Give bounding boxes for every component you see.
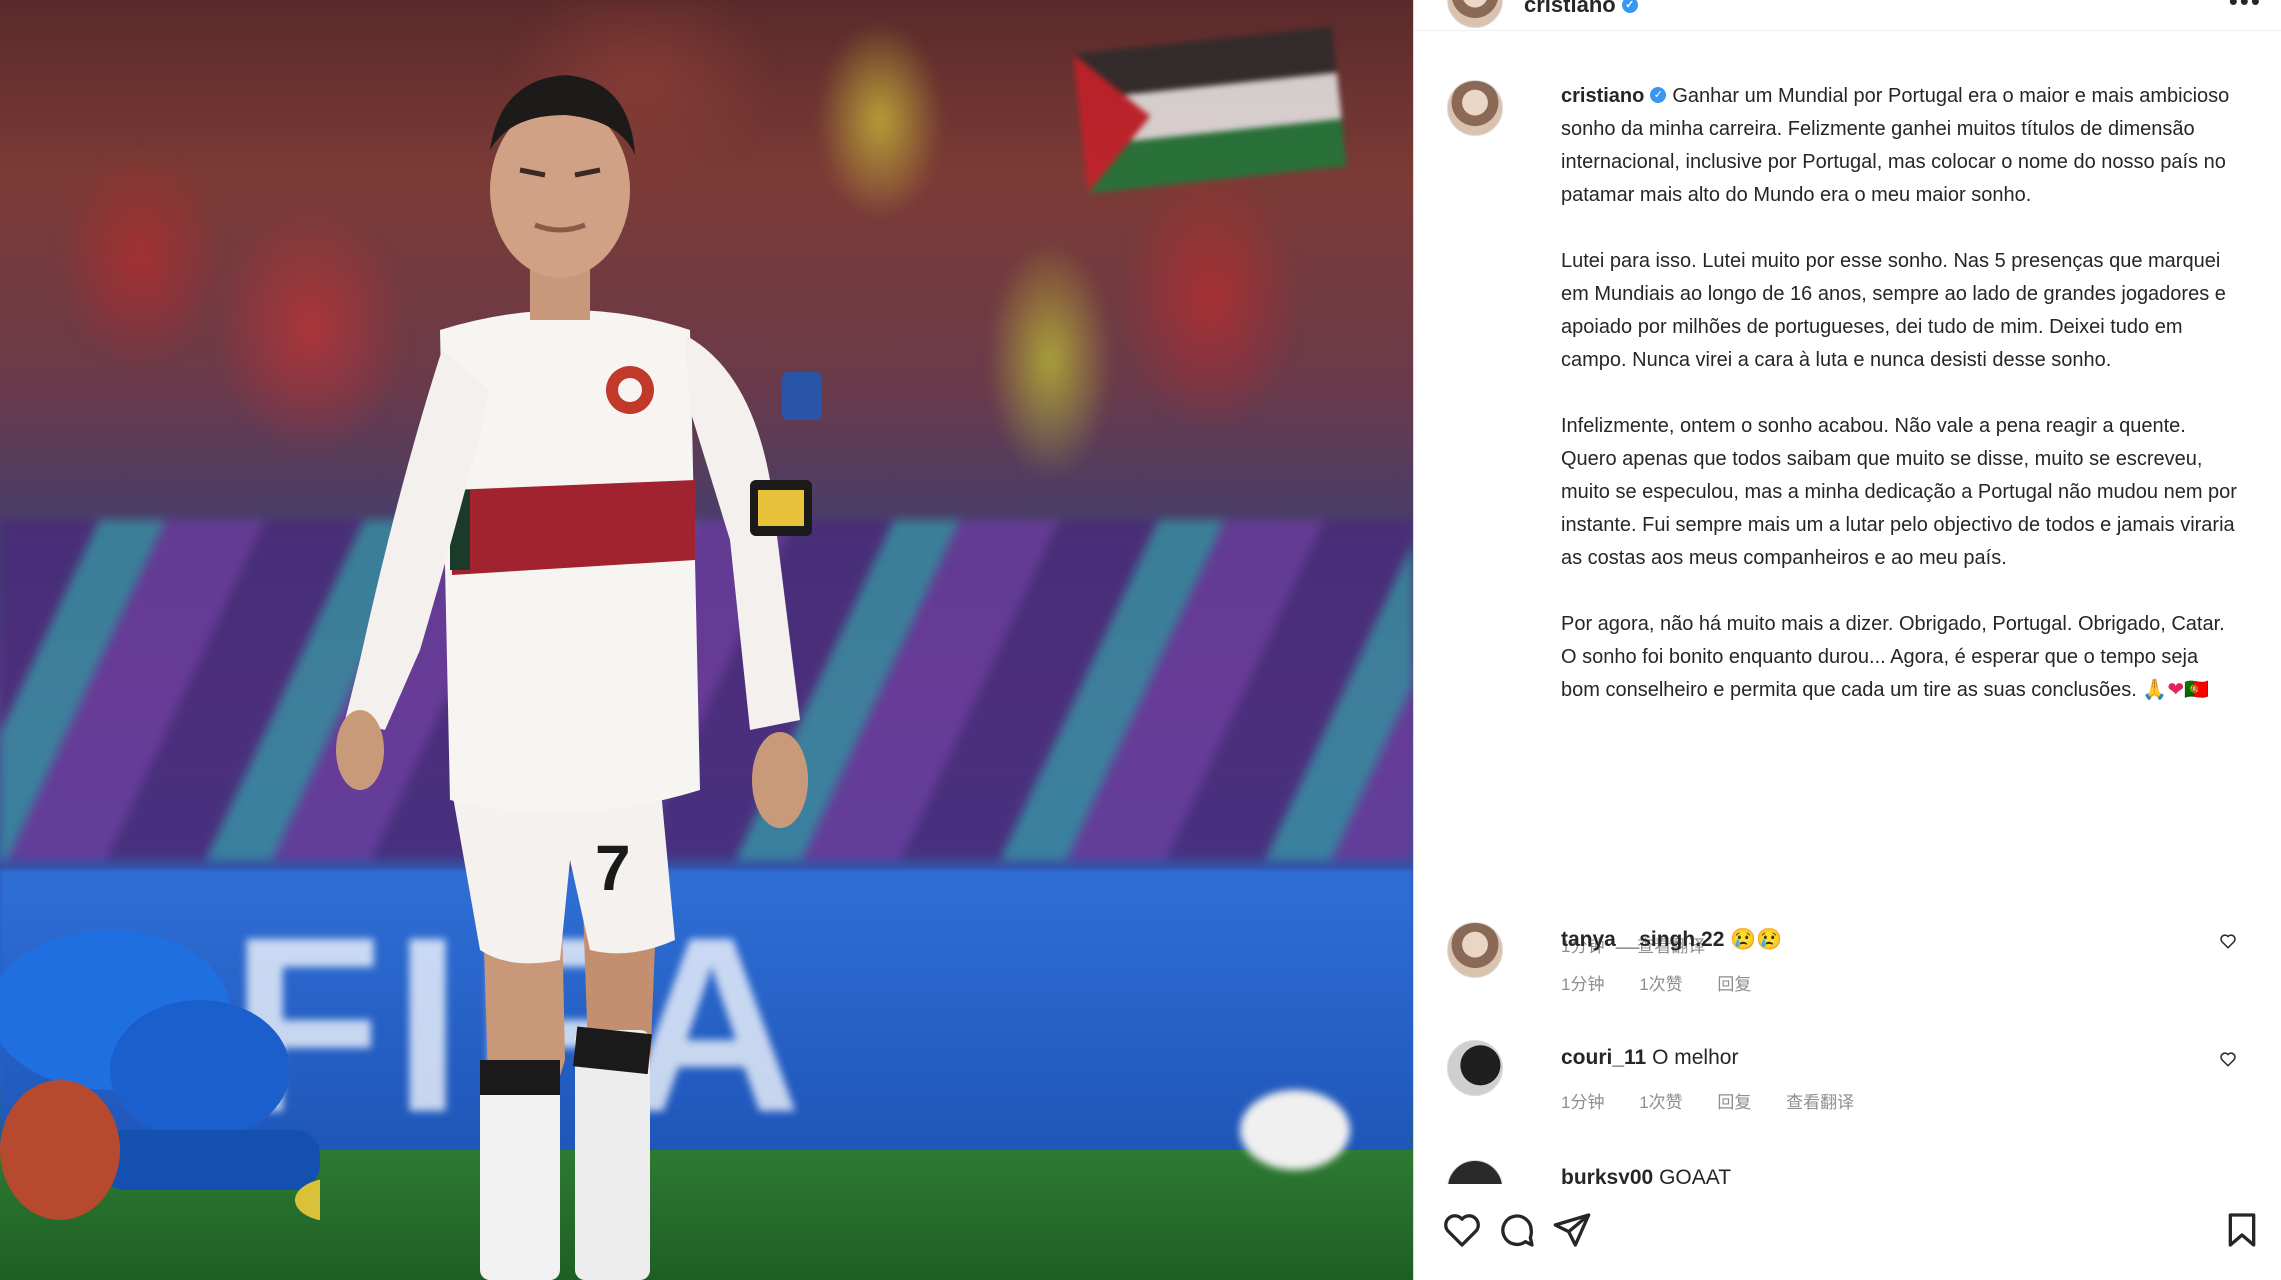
comment-body: O melhor xyxy=(1652,1046,1739,1069)
comment-reply-button[interactable]: 回复 xyxy=(1717,975,1751,994)
bookmark-icon[interactable] xyxy=(2222,1210,2262,1250)
header-username[interactable]: cristiano ✓ xyxy=(1524,0,1644,18)
comment-time: 1分钟 xyxy=(1561,975,1605,994)
post-photo[interactable]: FIFA 7 xyxy=(0,0,1413,1280)
palestine-flag xyxy=(1073,26,1347,194)
comment-item: tanya__singh.22 😢😢 1分钟 1次赞 回复 xyxy=(1447,922,2247,1002)
comment-item: couri_11 O melhor 1分钟 1次赞 回复 查看翻译 xyxy=(1447,1040,2247,1120)
comment-reply-button[interactable]: 回复 xyxy=(1717,1093,1751,1112)
heart-icon[interactable] xyxy=(1442,1210,1482,1250)
comment-body: 😢😢 xyxy=(1730,928,1783,951)
comment-time: 1分钟 xyxy=(1561,1093,1605,1112)
comment-translate-link[interactable]: 查看翻译 xyxy=(1786,1093,1854,1112)
caption-avatar-icon[interactable] xyxy=(1447,80,1503,136)
verified-badge-icon: ✓ xyxy=(1621,0,1638,13)
post-header: cristiano ✓ ••• xyxy=(1414,0,2281,31)
post-sidebar: cristiano ✓ ••• cristiano ✓ Ganhar um Mundi… xyxy=(1413,0,2281,1280)
svg-text:7: 7 xyxy=(595,832,631,904)
send-icon[interactable] xyxy=(1552,1210,1592,1250)
post-action-bar xyxy=(1414,1190,2281,1270)
caption-paragraph-1: cristiano ✓ Ganhar um Mundial por Portugal… xyxy=(1561,80,2241,212)
comment-meta: 1分钟 1次赞 回复 xyxy=(1561,970,1781,995)
verified-badge-icon: ✓ xyxy=(1650,87,1667,104)
comment-likes[interactable]: 1次赞 xyxy=(1639,1093,1682,1112)
comment-likes[interactable]: 1次赞 xyxy=(1639,975,1682,994)
caption-paragraph-1-text: Ganhar um Mundial por Portugal era o mai… xyxy=(1561,85,2230,206)
more-options-icon[interactable]: ••• xyxy=(2229,0,2262,17)
commenter-avatar-icon[interactable] xyxy=(1447,922,1503,978)
comment-item: burksy00 GOAAT xyxy=(1447,1160,2247,1184)
player-figure: 7 xyxy=(336,75,822,1280)
caption-username[interactable]: cristiano xyxy=(1561,85,1644,107)
comment-username[interactable]: burksy00 xyxy=(1561,1166,1653,1184)
caption-paragraph-4-text: Por agora, não há muito mais a dizer. Ob… xyxy=(1561,613,2225,701)
comment-body: GOAAT xyxy=(1659,1166,1732,1184)
caption-text: cristiano ✓ Ganhar um Mundial por Portugal… xyxy=(1561,80,2241,740)
commenter-avatar-icon[interactable] xyxy=(1447,1160,1503,1184)
profile-avatar-icon[interactable] xyxy=(1447,0,1503,28)
football xyxy=(1240,1090,1350,1170)
portugal-flag-emoji: 🇵🇹 xyxy=(2184,679,2209,701)
comment-like-heart-icon[interactable] xyxy=(2219,932,2237,950)
comment-text: burksy00 GOAAT xyxy=(1561,1166,1731,1184)
caption-paragraph-4: Por agora, não há muito mais a dizer. Ob… xyxy=(1561,608,2241,707)
header-username-text[interactable]: cristiano xyxy=(1524,0,1616,17)
comment-text: couri_11 O melhor xyxy=(1561,1046,1738,1070)
commenter-avatar-icon[interactable] xyxy=(1447,1040,1503,1096)
heart-emoji: ❤ xyxy=(2167,679,2185,701)
comment-like-heart-icon[interactable] xyxy=(2219,1050,2237,1068)
comment-bubble-icon[interactable] xyxy=(1497,1210,1537,1250)
pray-emoji: 🙏 xyxy=(2142,679,2168,701)
comment-meta: 1分钟 1次赞 回复 查看翻译 xyxy=(1561,1088,1884,1113)
caption-paragraph-2: Lutei para isso. Lutei muito por esse so… xyxy=(1561,250,2226,371)
comment-text: tanya__singh.22 😢😢 xyxy=(1561,928,1783,952)
kneeling-goalkeeper xyxy=(0,930,320,1220)
comment-username[interactable]: couri_11 xyxy=(1561,1046,1646,1069)
caption-paragraph-3: Infelizmente, ontem o sonho acabou. Não … xyxy=(1561,415,2237,569)
comment-username[interactable]: tanya__singh.22 xyxy=(1561,928,1724,951)
